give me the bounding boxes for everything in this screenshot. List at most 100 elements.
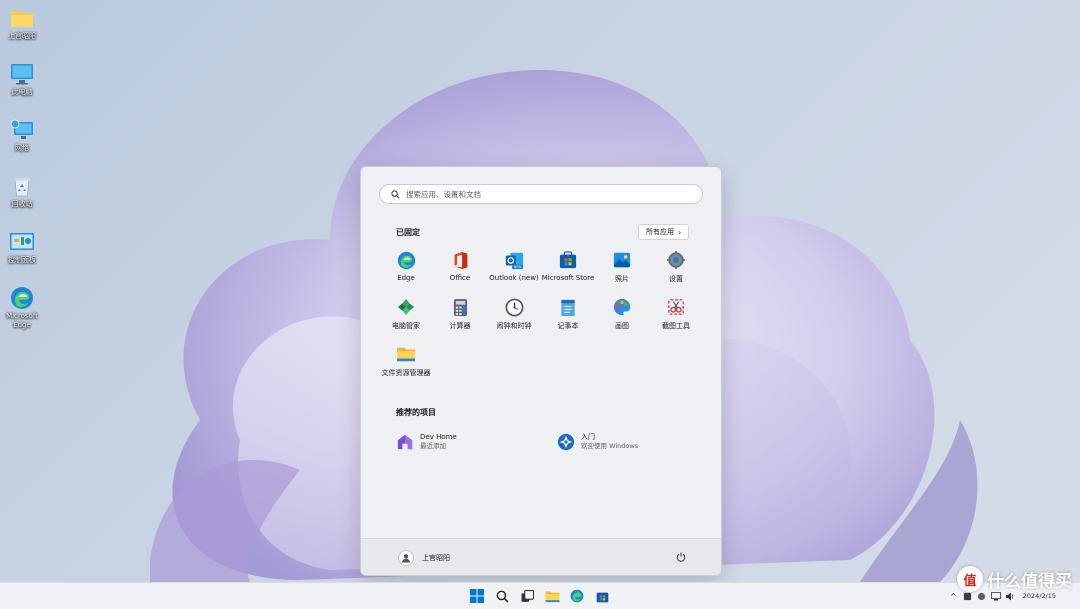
control-panel-icon <box>9 230 35 254</box>
desktop-icon-recycle-bin[interactable]: 回收站 <box>0 174 44 209</box>
search-icon <box>496 590 508 602</box>
recommended-item-title: 入门 <box>581 433 595 441</box>
recommended-item-subtitle: 欢迎使用 Windows <box>581 442 639 450</box>
watermark-badge: 值 <box>957 566 983 592</box>
pinned-app-label: 记事本 <box>557 322 579 330</box>
pinned-app-settings[interactable]: 设置 <box>649 250 703 284</box>
network-icon <box>9 118 35 142</box>
pinned-app-office[interactable]: Office <box>433 250 487 282</box>
chevron-up-icon[interactable]: ^ <box>950 592 957 601</box>
task-view-icon <box>521 589 534 602</box>
taskbar-apps <box>468 587 611 605</box>
office-icon <box>450 250 470 270</box>
pc-manager-icon <box>396 297 416 317</box>
clock-icon <box>504 297 524 317</box>
pinned-app-label: 文件资源管理器 <box>381 369 431 377</box>
pinned-app-label: 设置 <box>669 275 683 283</box>
start-button[interactable] <box>468 587 486 605</box>
pinned-app-label: 画图 <box>615 322 629 330</box>
desktop-icon-label: 控制面板 <box>8 256 36 264</box>
tray-app-icon[interactable] <box>977 591 987 601</box>
recommended-item-dev-home[interactable]: Dev Home 最近添加 <box>396 433 457 451</box>
user-name: 上官昭阳 <box>422 554 450 562</box>
start-icon <box>470 589 484 603</box>
recommended-item-subtitle: 最近添加 <box>420 442 446 450</box>
power-icon <box>676 552 686 562</box>
taskbar-clock[interactable]: 2024/2/15 <box>1023 592 1056 600</box>
desktop-icon-user-folder[interactable]: 上官昭阳 <box>0 6 44 41</box>
pinned-app-label: Office <box>449 274 471 282</box>
desktop-icon-this-pc[interactable]: 此电脑 <box>0 62 44 97</box>
watermark: 值 什么值得买 <box>957 566 1072 592</box>
calculator-icon <box>450 297 470 317</box>
pinned-app-file-explorer[interactable]: 文件资源管理器 <box>379 344 433 378</box>
power-button[interactable] <box>674 550 688 564</box>
pinned-app-label: 截图工具 <box>662 322 690 330</box>
taskbar-edge[interactable] <box>568 587 586 605</box>
outlook-icon: NEW <box>504 250 524 270</box>
watermark-badge-text: 值 <box>963 573 977 589</box>
pinned-app-pc-manager[interactable]: 电脑管家 <box>379 297 433 331</box>
pinned-app-label: 电脑管家 <box>392 322 420 330</box>
recommended-item-title: Dev Home <box>420 433 457 441</box>
desktop-icon-network[interactable]: 网络 <box>0 118 44 153</box>
volume-icon[interactable] <box>1005 591 1015 601</box>
this-pc-icon <box>9 62 35 86</box>
search-icon <box>388 187 402 201</box>
watermark-text: 什么值得买 <box>987 571 1072 592</box>
settings-icon <box>666 250 686 270</box>
desktop-icon-label: 网络 <box>15 144 29 152</box>
dev-home-icon <box>396 433 414 451</box>
snipping-tool-icon <box>666 297 686 317</box>
recommended-section-title: 推荐的项目 <box>396 408 436 417</box>
avatar <box>398 550 414 566</box>
pinned-app-calculator[interactable]: 计算器 <box>433 297 487 331</box>
edge-icon <box>570 589 584 603</box>
taskbar-file-explorer[interactable] <box>543 587 561 605</box>
folder-icon <box>9 6 35 30</box>
pinned-app-alarms-clock[interactable]: 闹钟和时钟 <box>487 297 541 331</box>
pinned-app-edge[interactable]: Edge <box>379 250 433 282</box>
pinned-app-notepad[interactable]: 记事本 <box>541 297 595 331</box>
edge-icon <box>396 250 416 270</box>
user-account-button[interactable]: 上官昭阳 <box>398 550 450 566</box>
pinned-app-microsoft-store[interactable]: Microsoft Store <box>541 250 595 282</box>
tray-app-icon[interactable] <box>963 591 973 601</box>
desktop-icon-label: 回收站 <box>11 200 33 208</box>
recommended-item-get-started[interactable]: 入门 欢迎使用 Windows <box>557 433 638 451</box>
pinned-app-snipping-tool[interactable]: 截图工具 <box>649 297 703 331</box>
photos-icon <box>612 250 632 270</box>
search-input[interactable] <box>406 189 686 199</box>
svg-text:NEW: NEW <box>514 265 522 269</box>
file-explorer-icon <box>396 344 416 364</box>
store-icon <box>558 250 578 270</box>
pinned-app-label: Microsoft Store <box>541 274 595 282</box>
desktop-icon-microsoft-edge[interactable]: Microsoft Edge <box>0 286 44 330</box>
pinned-app-paint[interactable]: 画图 <box>595 297 649 331</box>
pinned-app-label: Outlook (new) <box>489 274 539 282</box>
start-search-box[interactable] <box>379 184 703 204</box>
pinned-section-title: 已固定 <box>396 228 420 237</box>
pinned-app-label: 计算器 <box>449 322 471 330</box>
chevron-right-icon: › <box>678 227 682 237</box>
all-apps-button[interactable]: 所有应用 › <box>638 224 690 240</box>
get-started-icon <box>557 433 575 451</box>
desktop-icon-control-panel[interactable]: 控制面板 <box>0 230 44 265</box>
network-status-icon[interactable] <box>990 591 1001 601</box>
pinned-app-outlook[interactable]: NEW Outlook (new) <box>487 250 541 282</box>
edge-icon <box>9 286 35 310</box>
pinned-app-label: Edge <box>397 274 415 282</box>
clock-date: 2024/2/15 <box>1022 592 1056 600</box>
task-view-button[interactable] <box>518 587 536 605</box>
store-icon <box>596 592 608 602</box>
taskbar-store[interactable] <box>593 587 611 605</box>
pinned-app-label: 闹钟和时钟 <box>496 322 532 330</box>
user-icon <box>402 554 410 563</box>
taskbar-search-button[interactable] <box>493 587 511 605</box>
notepad-icon <box>558 297 578 317</box>
taskbar: ^ 2024/2/15 <box>0 582 1080 609</box>
all-apps-label: 所有应用 <box>646 228 674 236</box>
desktop-icon-label: 上官昭阳 <box>8 32 36 40</box>
desktop-icon-label: 此电脑 <box>11 88 33 96</box>
pinned-app-photos[interactable]: 照片 <box>595 250 649 284</box>
